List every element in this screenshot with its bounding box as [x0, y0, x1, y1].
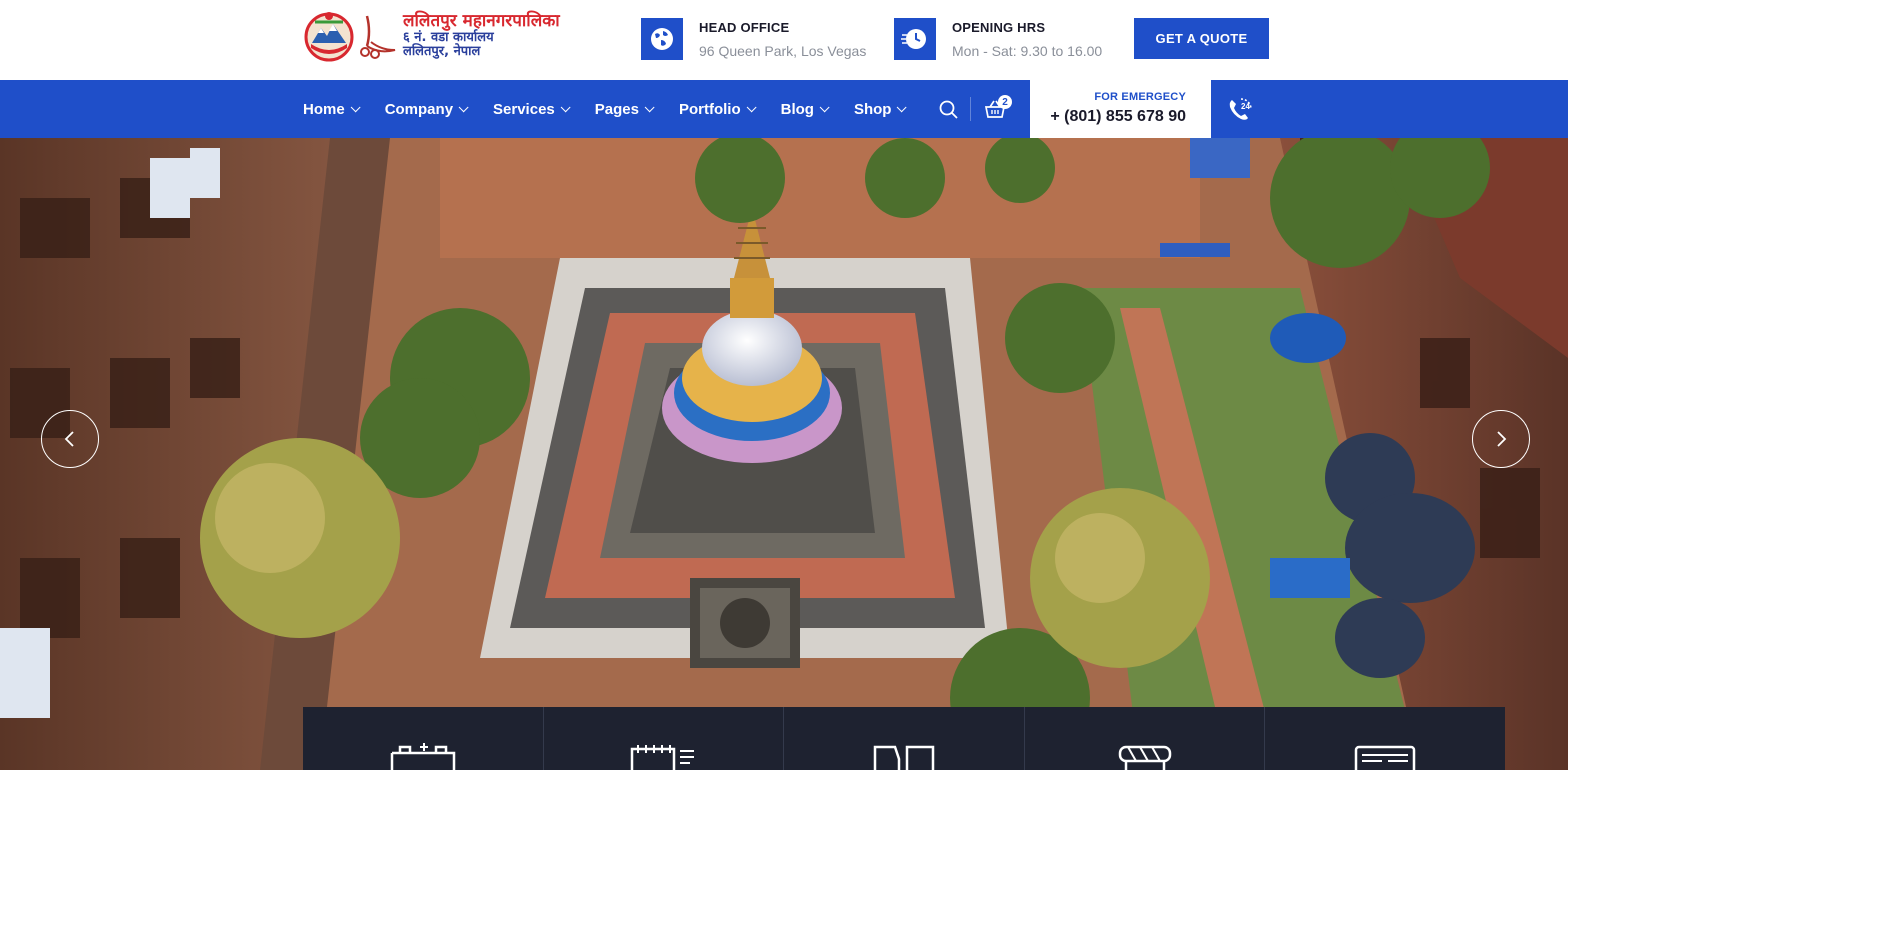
site-logo[interactable]: ललितपुर महानगरपालिका ६ नं. वडा कार्यालय … — [303, 10, 573, 62]
logo-subtitle: ६ नं. वडा कार्यालय — [403, 30, 494, 46]
nav-item-label: Blog — [780, 100, 814, 118]
feature-item[interactable] — [1265, 707, 1505, 770]
nav-item-company[interactable]: Company — [384, 100, 469, 118]
slider-prev-button[interactable] — [41, 410, 99, 468]
calendar-icon — [631, 745, 695, 770]
chevron-down-icon — [644, 101, 655, 112]
logo-title: ललितपुर महानगरपालिका — [403, 11, 560, 32]
feature-item[interactable] — [303, 707, 544, 770]
cart-button[interactable]: 2 — [984, 95, 1012, 122]
newspaper-icon — [1354, 745, 1416, 770]
nav-item-label: Portfolio — [678, 100, 741, 118]
nav-item-label: Home — [303, 100, 345, 118]
nav-item-blog[interactable]: Blog — [780, 100, 830, 118]
chevron-down-icon — [819, 101, 830, 112]
head-office-label: HEAD OFFICE — [699, 19, 790, 35]
chevron-down-icon — [560, 101, 571, 112]
top-bar: ललितपुर महानगरपालिका ६ नं. वडा कार्यालय … — [0, 0, 1568, 80]
vehicles-icon — [873, 745, 935, 770]
get-a-quote-button[interactable]: GET A QUOTE — [1134, 18, 1269, 59]
logo-text: ललितपुर महानगरपालिका ६ नं. वडा कार्यालय … — [403, 13, 560, 58]
feature-item[interactable] — [1025, 707, 1266, 770]
24h-phone-icon: 24 — [1229, 98, 1252, 120]
svg-text:24: 24 — [1241, 102, 1250, 111]
sickle-icon — [360, 15, 396, 59]
clock-icon — [894, 18, 936, 60]
construction-barrier-icon — [1118, 745, 1171, 770]
nav-item-label: Shop — [853, 100, 892, 118]
emergency-phone: + (801) 855 678 90 — [1050, 108, 1186, 125]
cart-count-badge: 2 — [998, 95, 1012, 109]
emergency-contact[interactable]: FOR EMERGECY + (801) 855 678 90 — [1030, 80, 1211, 138]
features-bar — [303, 707, 1505, 770]
nav-item-shop[interactable]: Shop — [853, 100, 908, 118]
feature-item[interactable] — [544, 707, 785, 770]
chevron-down-icon — [746, 101, 757, 112]
nav-item-label: Services — [493, 100, 555, 118]
logo-location: ललितपुर, नेपाल — [403, 43, 481, 59]
opening-hours-value: Mon - Sat: 9.30 to 16.00 — [952, 42, 1103, 59]
chevron-down-icon — [458, 101, 469, 112]
nav-menu: Home Company Services Pages Portfolio Bl… — [303, 80, 931, 138]
chevron-down-icon — [350, 101, 361, 112]
nav-item-services[interactable]: Services — [493, 100, 571, 118]
nav-item-label: Pages — [594, 100, 639, 118]
nav-divider — [970, 97, 971, 121]
chevron-left-icon — [64, 431, 74, 447]
nepal-emblem-icon — [304, 12, 354, 62]
opening-hours-info: OPENING HRS Mon - Sat: 9.30 to 16.00 — [894, 18, 1102, 60]
battery-icon — [390, 743, 456, 770]
slider-next-button[interactable] — [1472, 410, 1530, 468]
emergency-label: FOR EMERGECY — [1094, 91, 1186, 103]
hero-slider — [0, 138, 1568, 770]
globe-icon — [641, 18, 683, 60]
feature-item[interactable] — [784, 707, 1025, 770]
nav-item-home[interactable]: Home — [303, 100, 361, 118]
nav-item-label: Company — [384, 100, 454, 118]
hero-image — [0, 138, 1568, 770]
nav-item-portfolio[interactable]: Portfolio — [678, 100, 757, 118]
main-navbar: Home Company Services Pages Portfolio Bl… — [0, 80, 1568, 138]
search-icon[interactable] — [938, 99, 960, 121]
chevron-down-icon — [897, 101, 908, 112]
head-office-info: HEAD OFFICE 96 Queen Park, Los Vegas — [641, 18, 866, 60]
nav-item-pages[interactable]: Pages — [594, 100, 655, 118]
head-office-address: 96 Queen Park, Los Vegas — [699, 42, 867, 59]
chevron-right-icon — [1497, 431, 1507, 447]
opening-hours-label: OPENING HRS — [952, 19, 1046, 35]
